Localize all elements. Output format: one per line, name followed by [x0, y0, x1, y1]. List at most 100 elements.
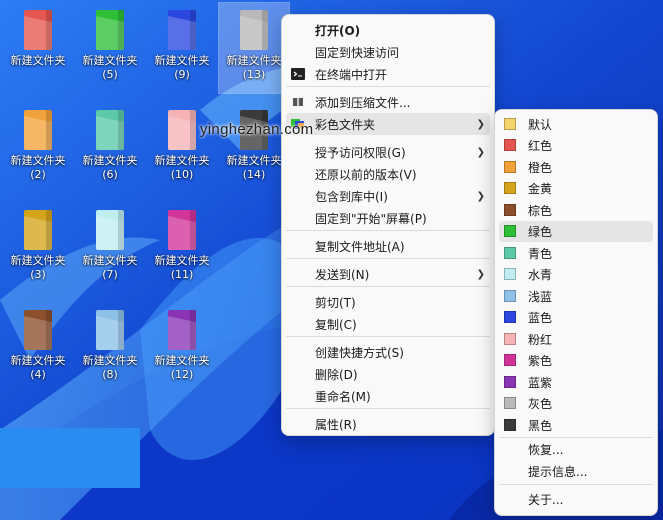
menu-item-add-to-archive[interactable]: 添加到压缩文件... [282, 91, 494, 113]
color-option-label: 粉红 [528, 333, 553, 347]
color-option[interactable]: 粉红 [495, 329, 657, 350]
menu-item-label: 包含到库中(I) [315, 189, 388, 204]
desktop-folder-icon[interactable]: 新建文件夹 (3) [3, 203, 73, 293]
desktop-folder-icon[interactable]: 新建文件夹 (5) [75, 3, 145, 93]
desktop-folder-icon[interactable]: 新建文件夹 [3, 3, 73, 93]
desktop-folder-icon[interactable]: 新建文件夹 (13) [218, 2, 290, 94]
menu-separator [499, 484, 653, 485]
color-swatch-icon [504, 139, 516, 151]
color-swatch-icon [504, 397, 516, 409]
menu-item-copy[interactable]: 复制(C) [282, 313, 494, 335]
chevron-right-icon: ❯ [476, 118, 485, 130]
color-swatch-icon [504, 419, 516, 431]
chevron-right-icon: ❯ [476, 268, 485, 280]
menu-item-label: 添加到压缩文件... [315, 95, 411, 110]
folder-icon [168, 310, 196, 350]
color-option-label: 绿色 [528, 225, 553, 239]
folder-icon [240, 10, 268, 50]
menu-item-send-to[interactable]: 发送到(N) ❯ [282, 263, 494, 285]
menu-item-label: 授予访问权限(G) [315, 145, 406, 160]
menu-item-delete[interactable]: 删除(D) [282, 363, 494, 385]
folder-icon [96, 10, 124, 50]
desktop-folder-icon[interactable]: 新建文件夹 (9) [147, 3, 217, 93]
menu-item-open[interactable]: 打开(O) [282, 19, 494, 41]
color-swatch-icon [504, 376, 516, 388]
desktop-folder-icon[interactable]: 新建文件夹 (12) [147, 303, 217, 393]
menu-item-grant-access[interactable]: 授予访问权限(G) ❯ [282, 141, 494, 163]
menu-item-label: 在终端中打开 [315, 67, 388, 82]
color-swatch-icon [504, 311, 516, 323]
folder-label: 新建文件夹 (12) [154, 354, 210, 381]
color-option-label: 提示信息... [528, 465, 588, 479]
color-option[interactable]: 水青 [495, 264, 657, 285]
desktop-folder-icon[interactable]: 新建文件夹 (8) [75, 303, 145, 393]
menu-item-include-in-library[interactable]: 包含到库中(I) ❯ [282, 185, 494, 207]
menu-item-properties[interactable]: 属性(R) [282, 413, 494, 435]
folder-icon [24, 310, 52, 350]
color-option[interactable]: 浅蓝 [495, 286, 657, 307]
folder-icon [168, 110, 196, 150]
menu-item-label: 剪切(T) [315, 295, 356, 310]
color-option[interactable]: 红色 [495, 135, 657, 156]
color-option[interactable]: 蓝色 [495, 307, 657, 328]
color-option[interactable]: 棕色 [495, 200, 657, 221]
color-option-label: 黑色 [528, 419, 553, 433]
desktop-folder-icon[interactable]: 新建文件夹 (11) [147, 203, 217, 293]
color-option[interactable]: 绿色 [499, 221, 653, 242]
color-option-label: 蓝色 [528, 311, 553, 325]
menu-separator [286, 230, 490, 231]
menu-item-label: 创建快捷方式(S) [315, 345, 404, 360]
color-option[interactable]: 灰色 [495, 393, 657, 414]
color-option[interactable]: 青色 [495, 243, 657, 264]
folder-icon [168, 210, 196, 250]
color-option[interactable]: 金黄 [495, 178, 657, 199]
color-option-label: 棕色 [528, 204, 553, 218]
terminal-icon [291, 67, 305, 81]
folder-label: 新建文件夹 (11) [154, 254, 210, 281]
desktop-folder-icon[interactable]: 新建文件夹 (2) [3, 103, 73, 193]
menu-item-cut[interactable]: 剪切(T) [282, 291, 494, 313]
menu-item-label: 打开(O) [315, 23, 361, 38]
folder-label: 新建文件夹 (14) [226, 154, 282, 181]
folder-label: 新建文件夹 (3) [10, 254, 66, 281]
color-swatch-icon [504, 247, 516, 259]
color-option[interactable]: 黑色 [495, 415, 657, 436]
desktop-folder-icon[interactable]: 新建文件夹 (4) [3, 303, 73, 393]
color-option[interactable]: 关于... [495, 489, 657, 510]
folder-label: 新建文件夹 (8) [82, 354, 138, 381]
color-option[interactable]: 蓝紫 [495, 372, 657, 393]
color-option-label: 青色 [528, 247, 553, 261]
color-option-label: 灰色 [528, 397, 553, 411]
desktop-folder-icon[interactable]: 新建文件夹 (7) [75, 203, 145, 293]
color-option[interactable]: 橙色 [495, 157, 657, 178]
menu-item-restore-versions[interactable]: 还原以前的版本(V) [282, 163, 494, 185]
taskbar-highlight [0, 428, 140, 488]
menu-item-copy-path[interactable]: 复制文件地址(A) [282, 235, 494, 257]
folder-label: 新建文件夹 (7) [82, 254, 138, 281]
menu-item-label: 固定到快速访问 [315, 45, 400, 60]
menu-item-pin-to-start[interactable]: 固定到"开始"屏幕(P) [282, 207, 494, 229]
color-option-label: 水青 [528, 268, 553, 282]
menu-item-color-folder[interactable]: 彩色文件夹 ❯ [286, 113, 490, 135]
color-option[interactable]: 紫色 [495, 350, 657, 371]
desktop-folder-icon[interactable]: 新建文件夹 (6) [75, 103, 145, 193]
menu-item-open-in-terminal[interactable]: 在终端中打开 [282, 63, 494, 85]
color-folder-submenu: 默认红色橙色金黄棕色绿色青色水青浅蓝蓝色粉红紫色 蓝紫灰色黑色恢复... 提示信息.… [494, 109, 658, 516]
context-menu: 打开(O) 固定到快速访问 在终端中打开添加到压缩文件... 彩色文件夹 ❯ 授予访问权限… [281, 14, 495, 436]
menu-item-rename[interactable]: 重命名(M) [282, 385, 494, 407]
color-option[interactable]: 恢复... [495, 439, 657, 460]
desktop-folder-icon[interactable]: 新建文件夹 (10) [147, 103, 217, 193]
folder-icon [24, 210, 52, 250]
menu-separator [286, 86, 490, 87]
folder-label: 新建文件夹 (2) [10, 154, 66, 181]
color-option-label: 红色 [528, 139, 553, 153]
folder-label: 新建文件夹 (9) [154, 54, 210, 81]
color-option[interactable]: 默认 [495, 114, 657, 135]
folder-label: 新建文件夹 [10, 54, 66, 67]
color-option[interactable]: 提示信息... [495, 461, 657, 482]
menu-item-create-shortcut[interactable]: 创建快捷方式(S) [282, 341, 494, 363]
menu-item-pin-quick-access[interactable]: 固定到快速访问 [282, 41, 494, 63]
archive-icon [291, 95, 305, 109]
color-option-label: 金黄 [528, 182, 553, 196]
desktop-folder-icon[interactable]: 新建文件夹 (14) [219, 103, 289, 193]
